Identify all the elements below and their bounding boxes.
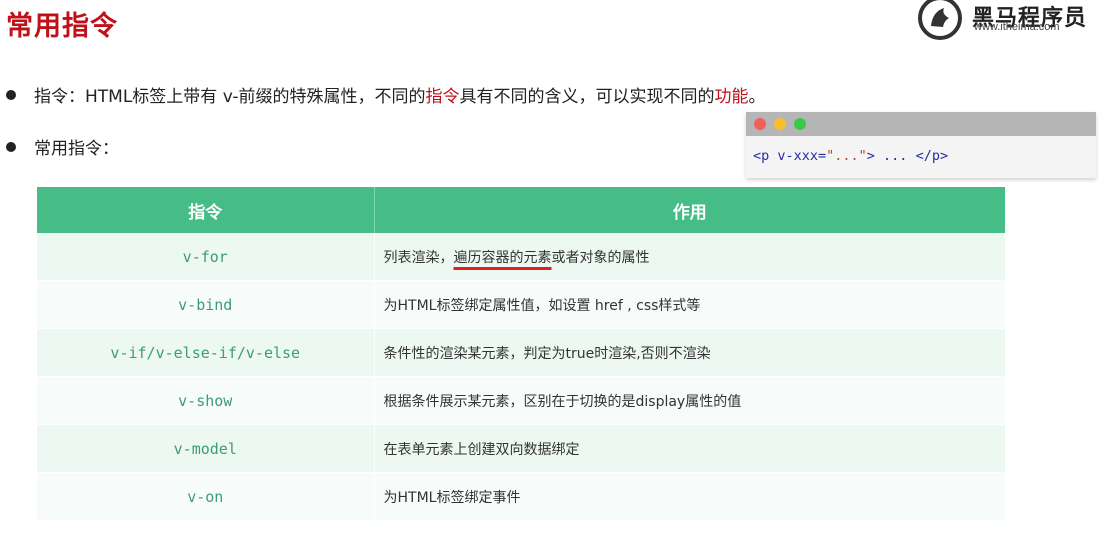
horse-logo-icon xyxy=(918,0,962,40)
directive-cell: v-bind xyxy=(37,280,375,329)
window-close-dot-icon xyxy=(754,118,766,130)
usage-cell: 在表单元素上创建双向数据绑定 xyxy=(374,424,1006,473)
code-snippet-window: <p v-xxx="..."> ... </p> xyxy=(746,112,1096,178)
highlight-directive: 指令 xyxy=(425,87,460,107)
code-tag-rest: > ... </p> xyxy=(866,148,949,164)
bullet-dot-icon xyxy=(6,90,16,100)
table-row: v-show 根据条件展示某元素，区别在于切换的是display属性的值 xyxy=(37,376,1006,425)
header-directive: 指令 xyxy=(37,187,375,233)
directive-cell: v-show xyxy=(37,376,375,425)
window-titlebar xyxy=(746,112,1096,136)
bullet-dot-icon xyxy=(6,142,16,152)
table-row: v-if/v-else-if/v-else 条件性的渲染某元素，判定为true时… xyxy=(37,328,1006,377)
table-row: v-bind 为HTML标签绑定属性值，如设置 href , css样式等 xyxy=(37,280,1006,329)
table-row: v-model 在表单元素上创建双向数据绑定 xyxy=(37,424,1006,473)
bullet-text-part2: 具有不同的含义，可以实现不同的 xyxy=(459,87,715,107)
table-header-row: 指令 作用 xyxy=(37,187,1005,233)
usage-cell: 条件性的渲染某元素，判定为true时渲染,否则不渲染 xyxy=(374,328,1006,377)
table-row: v-on 为HTML标签绑定事件 xyxy=(37,472,1006,521)
window-minimize-dot-icon xyxy=(774,118,786,130)
logo-url: www.itheima.com xyxy=(974,21,1060,33)
directives-table: 指令 作用 v-for 列表渲染，遍历容器的元素或者对象的属性 v-bind 为… xyxy=(37,187,1006,521)
brand-logo: 黑马程序员 www.itheima.com xyxy=(918,0,1098,40)
bullet-text-part1: 指令：HTML标签上带有 v-前缀的特殊属性，不同的 xyxy=(34,87,426,107)
highlight-function: 功能 xyxy=(714,87,749,107)
usage-text-underlined: 遍历容器的元素 xyxy=(453,249,552,266)
window-maximize-dot-icon xyxy=(794,118,806,130)
usage-cell: 根据条件展示某元素，区别在于切换的是display属性的值 xyxy=(374,376,1006,425)
usage-text-pre: 列表渲染， xyxy=(383,249,454,266)
directive-cell: v-model xyxy=(37,424,375,473)
bullet-text-part3: 。 xyxy=(748,87,766,107)
bullet-common-directives: 常用指令： xyxy=(6,134,119,159)
directive-cell: v-on xyxy=(37,472,375,521)
bullet-text: 常用指令： xyxy=(34,139,119,159)
usage-text-post: 或者对象的属性 xyxy=(551,249,650,266)
page-title: 常用指令 xyxy=(6,11,118,42)
usage-cell: 为HTML标签绑定事件 xyxy=(374,472,1006,521)
table-row: v-for 列表渲染，遍历容器的元素或者对象的属性 xyxy=(37,233,1006,281)
usage-cell: 为HTML标签绑定属性值，如设置 href , css样式等 xyxy=(374,280,1006,329)
directive-cell: v-if/v-else-if/v-else xyxy=(37,328,375,377)
code-line: <p v-xxx="..."> ... </p> xyxy=(753,148,948,164)
bullet-directive-definition: 指令：HTML标签上带有 v-前缀的特殊属性，不同的指令具有不同的含义，可以实现… xyxy=(6,82,765,107)
code-attr-value: "..." xyxy=(826,148,867,164)
directive-cell: v-for xyxy=(37,233,375,281)
usage-cell: 列表渲染，遍历容器的元素或者对象的属性 xyxy=(374,233,1006,281)
code-tag-open: <p v-xxx= xyxy=(753,148,827,164)
header-function: 作用 xyxy=(374,187,1005,233)
